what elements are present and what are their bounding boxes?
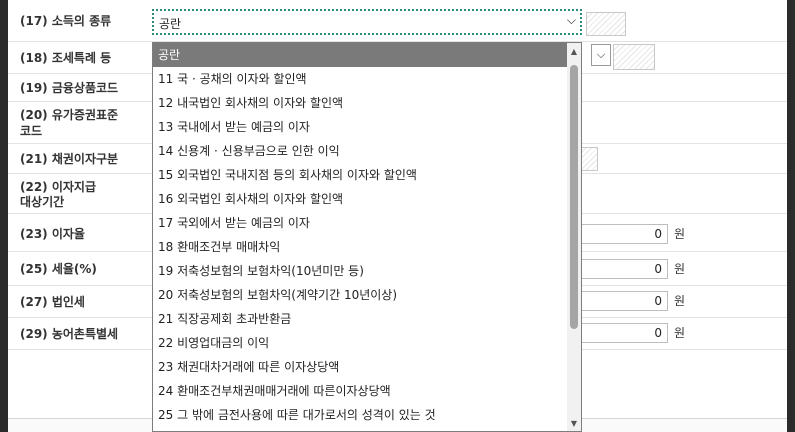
label-corporate-tax: (27) 법인세 bbox=[20, 295, 85, 309]
unit-label: 원 bbox=[674, 262, 686, 276]
dropdown-option[interactable]: 11 국 · 공채의 이자와 할인액 bbox=[153, 67, 567, 91]
unit-label: 원 bbox=[674, 227, 686, 241]
label-rural-special-tax: (29) 농어촌특별세 bbox=[20, 327, 119, 341]
corporate-tax-input[interactable]: 0 bbox=[574, 291, 668, 311]
interest-rate-input[interactable]: 0 bbox=[574, 224, 668, 244]
label-security-code-2: 코드 bbox=[20, 124, 43, 138]
disabled-field bbox=[580, 147, 598, 171]
dropdown-option[interactable]: 15 외국법인 국내지점 등의 회사채의 이자와 할인액 bbox=[153, 163, 567, 187]
chevron-down-icon: ⌵ bbox=[566, 13, 576, 27]
dropdown-option[interactable]: 25 그 밖에 금전사용에 따른 대가로서의 성격이 있는 것 bbox=[153, 403, 567, 427]
disabled-field bbox=[586, 12, 626, 36]
label-interest-rate: (23) 이자율 bbox=[20, 227, 85, 241]
income-type-select[interactable]: 공란 ⌵ bbox=[152, 9, 582, 35]
chevron-down-icon: ⌵ bbox=[596, 48, 606, 61]
unit-label: 원 bbox=[674, 326, 686, 340]
scroll-up-icon[interactable]: ▲ bbox=[567, 45, 581, 59]
label-tax-rate: (25) 세율(%) bbox=[20, 262, 97, 276]
label-interest-period-1: (22) 이자지급 bbox=[20, 180, 97, 194]
scroll-down-icon[interactable]: ▼ bbox=[567, 417, 581, 431]
label-tax-exemption: (18) 조세특례 등 bbox=[20, 51, 112, 65]
rural-special-tax-input[interactable]: 0 bbox=[574, 323, 668, 343]
dropdown-option[interactable]: 22 비영업대금의 이익 bbox=[153, 331, 567, 355]
tax-rate-input[interactable]: 0 bbox=[574, 259, 668, 279]
dropdown-option[interactable]: 21 직장공제회 초과반환금 bbox=[153, 307, 567, 331]
dropdown-scrollbar[interactable]: ▲ ▼ bbox=[567, 43, 581, 431]
label-financial-product-code: (19) 금융상품코드 bbox=[20, 81, 119, 95]
dropdown-option[interactable]: 19 저축성보험의 보험차익(10년미만 등) bbox=[153, 259, 567, 283]
label-bond-interest-type: (21) 채권이자구분 bbox=[20, 152, 119, 166]
dropdown-option[interactable]: 24 환매조건부채권매매거래에 따른이자상당액 bbox=[153, 379, 567, 403]
label-income-type: (17) 소득의 종류 bbox=[20, 14, 112, 28]
tax-exemption-select[interactable]: ⌵ bbox=[591, 44, 611, 66]
dropdown-option[interactable]: 17 국외에서 받는 예금의 이자 bbox=[153, 211, 567, 235]
dropdown-option[interactable]: 12 내국법인 회사채의 이자와 할인액 bbox=[153, 91, 567, 115]
dropdown-option[interactable]: 공란 bbox=[153, 43, 567, 67]
label-security-code-1: (20) 유가증권표준 bbox=[20, 108, 119, 122]
dropdown-option[interactable]: 18 환매조건부 매매차익 bbox=[153, 235, 567, 259]
dropdown-option[interactable]: 20 저축성보험의 보험차익(계약기간 10년이상) bbox=[153, 283, 567, 307]
dropdown-option[interactable]: 23 채권대차거래에 따른 이자상당액 bbox=[153, 355, 567, 379]
form-panel: (17) 소득의 종류 (18) 조세특례 등 ⌵ (19) 금융상품코드 (2… bbox=[8, 0, 787, 432]
label-interest-period-2: 대상기간 bbox=[20, 195, 65, 209]
dropdown-option[interactable]: 13 국내에서 받는 예금의 이자 bbox=[153, 115, 567, 139]
disabled-field bbox=[613, 44, 655, 70]
scrollbar-thumb[interactable] bbox=[570, 65, 578, 329]
dropdown-option[interactable]: 14 신용계 · 신용부금으로 인한 이익 bbox=[153, 139, 567, 163]
dropdown-option[interactable]: 16 외국법인 회사채의 이자와 할인액 bbox=[153, 187, 567, 211]
income-type-select-value: 공란 bbox=[159, 17, 182, 31]
income-type-dropdown[interactable]: 공란 11 국 · 공채의 이자와 할인액 12 내국법인 회사채의 이자와 할… bbox=[152, 42, 582, 432]
unit-label: 원 bbox=[674, 294, 686, 308]
